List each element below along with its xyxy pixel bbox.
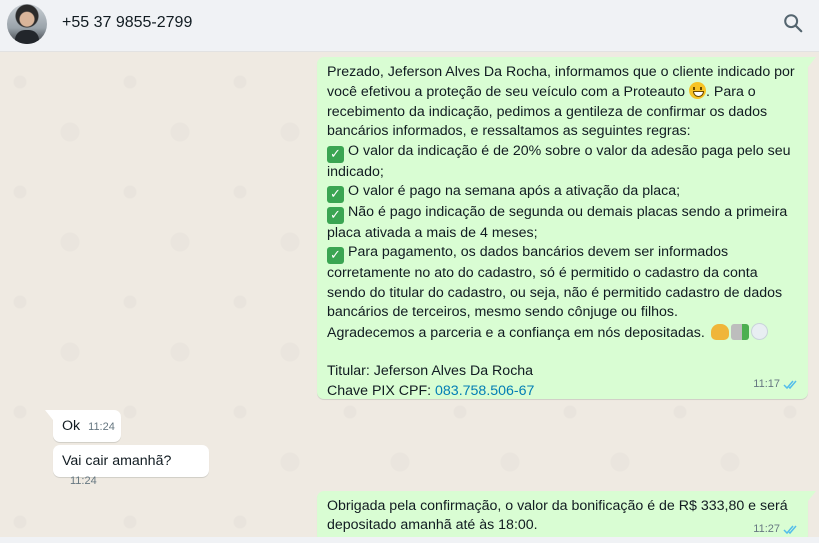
message-line: recebimento da indicação, pedimos a gent… <box>327 103 768 120</box>
message-line: depositado amanhã até às 18:00. <box>327 517 538 534</box>
contact-avatar[interactable] <box>7 4 47 44</box>
outgoing-message[interactable]: Prezado, Jeferson Alves Da Rocha, inform… <box>317 57 816 399</box>
message-line: corretamente no ato do cadastro, só é pe… <box>327 265 758 282</box>
chat-header: +55 37 9855-2799 <box>0 0 819 52</box>
outgoing-message[interactable]: Obrigada pela confirmação, o valor da bo… <box>317 491 816 543</box>
incoming-message[interactable]: Ok 11:24 <box>45 410 121 442</box>
message-text: Vai cair amanhã? <box>62 453 172 469</box>
message-time: 11:24 <box>70 475 97 488</box>
check-mark-button-icon: ✓ <box>327 247 344 265</box>
double-check-icon <box>783 380 797 389</box>
message-time: 11:24 <box>88 421 115 433</box>
gem-icon <box>750 322 768 340</box>
message-line: Chave PIX CPF: <box>327 382 436 399</box>
message-line: Obrigada pela confirmação, o valor da bo… <box>327 498 788 514</box>
composer-bar-edge <box>0 537 819 543</box>
message-line: placa ativada a mais de 4 meses; <box>327 225 538 242</box>
message-line: Prezado, Jeferson Alves Da Rocha, inform… <box>327 64 795 80</box>
search-icon <box>784 14 803 33</box>
message-line: Agradecemos a parceria e a confiança em … <box>327 324 705 341</box>
message-list[interactable]: Prezado, Jeferson Alves Da Rocha, inform… <box>0 52 819 543</box>
check-mark-button-icon: ✓ <box>327 186 344 204</box>
message-line: Titular: Jeferson Alves Da Rocha <box>327 363 534 380</box>
check-mark-button-icon: ✓ <box>327 207 344 225</box>
message-line: O valor é pago na semana após a ativação… <box>348 183 681 200</box>
message-line: indicado; <box>327 163 384 180</box>
message-line: . Para o <box>706 84 756 101</box>
message-meta: 11:17 <box>753 375 799 394</box>
message-line: você efetivou a proteção de seu veículo … <box>327 84 686 101</box>
message-line: sendo do titular do cadastro, ou seja, n… <box>327 284 783 301</box>
truck-icon <box>730 323 749 340</box>
double-check-icon <box>783 525 797 534</box>
contact-name[interactable]: +55 37 9855-2799 <box>62 14 192 32</box>
handshake-icon <box>710 323 729 340</box>
message-line: Não é pago indicação de segunda ou demai… <box>348 204 788 221</box>
message-line: bancários de terceiros, mesmo sendo cônj… <box>327 304 678 321</box>
message-line: bancários informados, e ressaltamos as s… <box>327 123 691 140</box>
grinning-face-icon <box>689 82 707 100</box>
message-text: Ok <box>62 418 81 434</box>
message-line: O valor da indicação é de 20% sobre o va… <box>348 142 791 159</box>
check-mark-button-icon: ✓ <box>327 145 344 163</box>
message-line: Para pagamento, os dados bancários devem… <box>348 244 729 261</box>
incoming-message[interactable]: Vai cair amanhã? 11:24 <box>53 445 209 487</box>
search-button[interactable] <box>782 12 808 38</box>
pix-key-link[interactable]: 083.758.506-67 <box>435 383 534 399</box>
message-time: 11:17 <box>753 377 780 390</box>
